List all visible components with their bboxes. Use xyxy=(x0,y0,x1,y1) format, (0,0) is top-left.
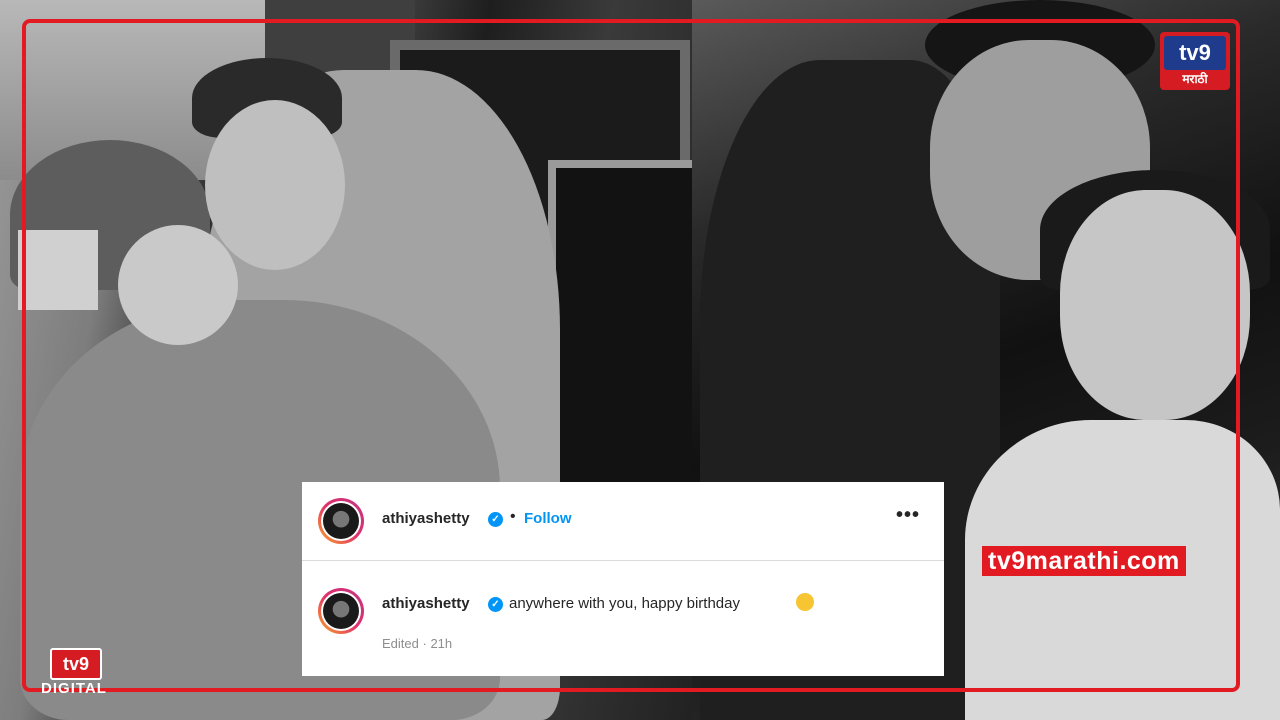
username-link[interactable]: athiyashetty xyxy=(382,510,470,527)
shop-door xyxy=(548,160,692,496)
man-face xyxy=(205,100,345,270)
post-header: athiyashetty ✓ • Follow ••• xyxy=(302,482,944,561)
follow-button[interactable]: Follow xyxy=(524,510,572,527)
profile-picture xyxy=(323,503,359,539)
instagram-post-card: athiyashetty ✓ • Follow ••• athiyashetty… xyxy=(302,482,944,676)
woman-face-right xyxy=(1060,190,1250,420)
tv9-digital-logo: tv9 DIGITAL xyxy=(26,648,122,700)
tv9-marathi-logo: tv9 मराठी xyxy=(1160,32,1230,90)
tv9-digital-label: DIGITAL xyxy=(41,680,107,697)
post-time[interactable]: 21h xyxy=(430,636,452,651)
tv9-logo-subtitle: मराठी xyxy=(1182,72,1208,86)
more-options-icon[interactable]: ••• xyxy=(896,504,920,527)
tv9-digital-badge: tv9 xyxy=(50,648,102,680)
caption-avatar[interactable] xyxy=(318,588,364,634)
verified-badge-icon: ✓ xyxy=(488,512,503,527)
house xyxy=(18,230,98,310)
verified-badge-icon: ✓ xyxy=(488,597,503,612)
tv9-logo-text: tv9 xyxy=(1164,36,1226,70)
caption-username-link[interactable]: athiyashetty xyxy=(382,595,470,612)
smiling-face-with-hearts-icon xyxy=(796,593,814,611)
meta-separator: · xyxy=(418,636,431,651)
website-watermark: tv9marathi.com xyxy=(982,546,1186,576)
post-caption: anywhere with you, happy birthday xyxy=(509,595,740,612)
woman-face xyxy=(118,225,238,345)
edited-label: Edited xyxy=(382,636,419,651)
avatar[interactable] xyxy=(318,498,364,544)
post-meta: Edited · 21h xyxy=(382,636,452,651)
separator-dot: • xyxy=(510,508,516,525)
profile-picture xyxy=(323,593,359,629)
